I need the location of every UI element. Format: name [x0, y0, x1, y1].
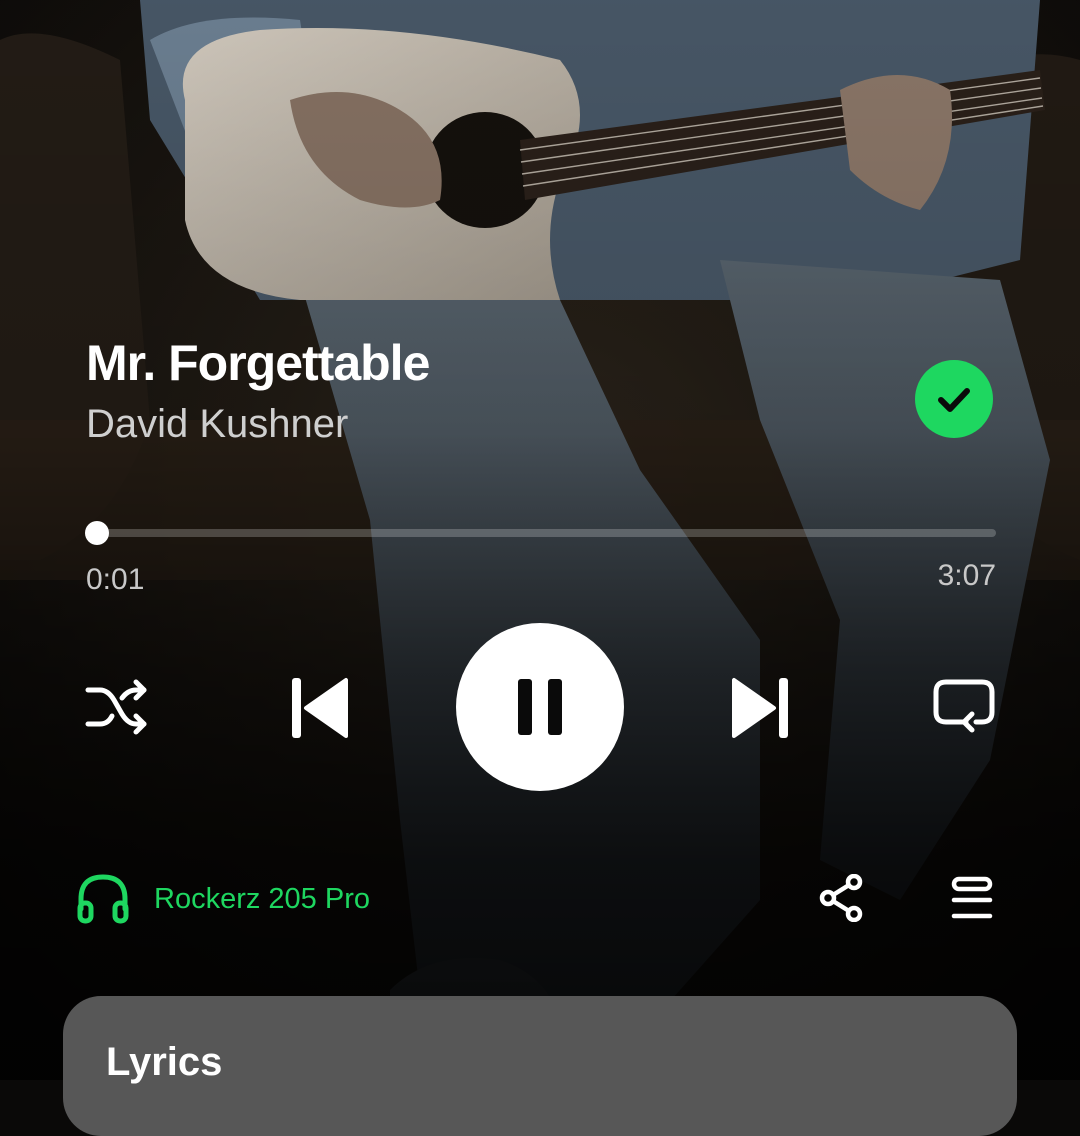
- checkmark-icon: [938, 388, 970, 412]
- device-name: Rockerz 205 Pro: [154, 882, 370, 915]
- headphones-icon: [77, 874, 129, 924]
- shuffle-button[interactable]: [84, 676, 150, 738]
- shuffle-icon: [85, 679, 147, 735]
- lyrics-title: Lyrics: [106, 1040, 223, 1084]
- elapsed-time: 0:01: [86, 563, 145, 596]
- queue-icon: [951, 876, 993, 919]
- progress-knob[interactable]: [84, 521, 109, 545]
- saved-to-library-button[interactable]: [915, 360, 993, 438]
- share-button[interactable]: [818, 874, 866, 922]
- pause-button[interactable]: [456, 623, 624, 791]
- skip-next-icon: [732, 678, 788, 738]
- previous-track-button[interactable]: [286, 674, 352, 742]
- track-artist[interactable]: David Kushner: [86, 402, 348, 447]
- lyrics-card[interactable]: Lyrics: [63, 996, 1017, 1136]
- repeat-icon: [933, 679, 995, 733]
- connected-device[interactable]: Rockerz 205 Pro: [76, 872, 370, 926]
- next-track-button[interactable]: [728, 674, 794, 742]
- skip-previous-icon: [292, 678, 348, 738]
- total-duration: 3:07: [937, 559, 996, 592]
- share-icon: [819, 874, 863, 922]
- track-title: Mr. Forgettable: [86, 335, 430, 391]
- queue-button[interactable]: [948, 876, 996, 922]
- repeat-button[interactable]: [930, 676, 998, 738]
- pause-icon: [518, 679, 562, 735]
- progress-bar[interactable]: [92, 529, 996, 537]
